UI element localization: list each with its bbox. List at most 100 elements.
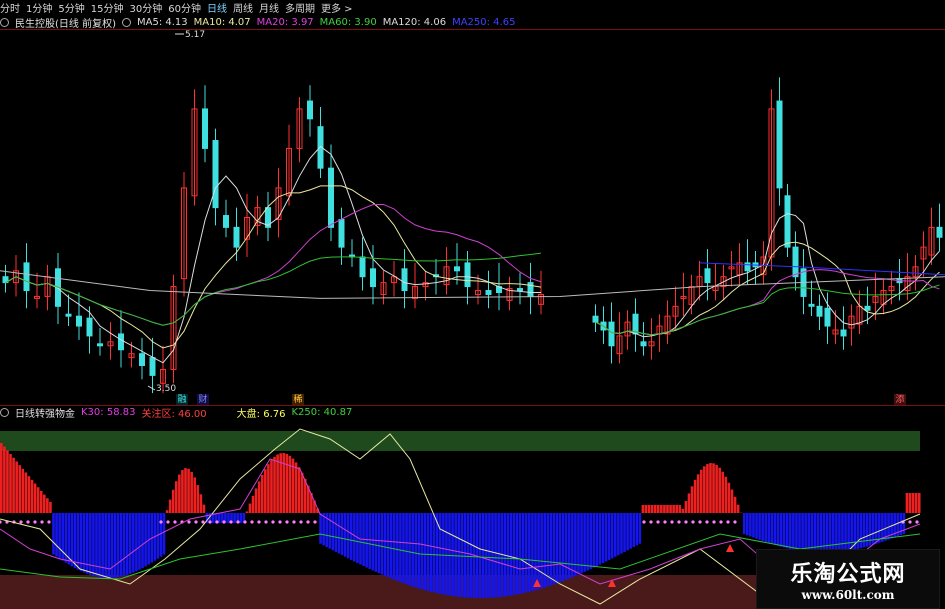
period-tab-7[interactable]: 周线 — [233, 0, 253, 15]
histogram-bar — [371, 513, 375, 571]
histogram-bar — [629, 513, 632, 549]
histogram-bar — [181, 470, 184, 513]
histogram-bar — [684, 501, 688, 513]
toggle-circle-icon[interactable] — [121, 17, 131, 27]
candle-body — [359, 256, 366, 278]
zero-dot — [250, 520, 254, 524]
period-tab-10[interactable]: 更多 > — [321, 0, 353, 15]
histogram-bar — [703, 466, 706, 513]
histogram-bar — [540, 513, 543, 589]
histogram-bar — [512, 513, 516, 596]
histogram-bar — [340, 513, 344, 556]
histogram-bar — [862, 513, 866, 548]
period-tab-0[interactable]: 分时 — [0, 0, 20, 15]
histogram-bar — [405, 513, 408, 585]
indicator-legend-0: K30: 58.83 — [81, 406, 136, 418]
histogram-bar — [193, 477, 197, 513]
histogram-bar — [749, 513, 752, 537]
histogram-bar — [196, 485, 200, 513]
histogram-bar — [264, 469, 267, 513]
histogram-bar — [481, 513, 485, 598]
histogram-bar — [531, 513, 534, 592]
histogram-bar — [374, 513, 378, 572]
zero-dot — [313, 520, 317, 524]
histogram-bar — [644, 505, 648, 513]
histogram-bar — [3, 446, 6, 513]
histogram-bar — [488, 513, 491, 598]
period-tab-5[interactable]: 60分钟 — [168, 0, 201, 15]
period-tab-8[interactable]: 月线 — [259, 0, 279, 15]
histogram-bar — [12, 457, 15, 513]
histogram-bar — [844, 513, 847, 552]
candle-body — [704, 268, 711, 284]
zero-dot — [271, 520, 275, 524]
period-tab-9[interactable]: 多周期 — [285, 0, 315, 15]
period-tab-4[interactable]: 30分钟 — [129, 0, 162, 15]
zero-dot — [236, 520, 240, 524]
histogram-bar — [515, 513, 519, 595]
candle-body — [792, 246, 799, 278]
histogram-bar — [485, 513, 488, 598]
histogram-bar — [70, 513, 74, 567]
histogram-bar — [712, 463, 715, 513]
histogram-bar — [678, 505, 682, 513]
zero-dot — [194, 520, 198, 524]
zero-dot — [47, 520, 51, 524]
histogram-bar — [776, 513, 780, 546]
histogram-bar — [0, 443, 3, 513]
histogram-bar — [432, 513, 436, 593]
histogram-bar — [343, 513, 347, 557]
histogram-bar — [190, 471, 193, 513]
histogram-bar — [399, 513, 402, 583]
histogram-bar — [61, 513, 64, 561]
histogram-bar — [583, 513, 586, 572]
histogram-bar — [534, 513, 537, 591]
ma10-line — [5, 185, 542, 349]
indicator-settings-icon[interactable] — [0, 407, 9, 417]
period-tab-6[interactable]: 日线 — [207, 0, 227, 15]
candle-body — [328, 167, 334, 228]
histogram-bar — [497, 513, 500, 598]
histogram-bar — [733, 496, 737, 513]
candle-body — [139, 353, 145, 367]
histogram-bar — [623, 513, 626, 552]
zero-dot — [173, 520, 177, 524]
histogram-bar — [9, 454, 12, 513]
period-toolbar: 分时 1分钟 5分钟 15分钟 30分钟 60分钟 日线 周线 月线 多周期 更多 > — [0, 0, 353, 15]
histogram-bar — [709, 463, 712, 513]
indicator-legend-2: 大盘: 6.76 — [236, 408, 286, 420]
histogram-bar — [663, 505, 666, 513]
histogram-bar — [675, 505, 678, 513]
histogram-bar — [52, 513, 55, 555]
histogram-bar — [469, 513, 473, 598]
histogram-bar — [116, 513, 120, 578]
histogram-bar — [718, 467, 721, 513]
period-tab-1[interactable]: 1分钟 — [26, 0, 52, 15]
candle-body — [454, 266, 460, 272]
histogram-bar — [555, 513, 559, 584]
zero-dot — [40, 520, 44, 524]
histogram-bar — [282, 453, 286, 513]
histogram-bar — [773, 513, 777, 545]
histogram-bar — [33, 483, 37, 513]
period-tab-2[interactable]: 5分钟 — [58, 0, 84, 15]
histogram-bar — [383, 513, 387, 576]
histogram-bar — [251, 495, 255, 513]
zero-dot — [0, 520, 2, 524]
period-tab-3[interactable]: 15分钟 — [91, 0, 124, 15]
histogram-bar — [561, 513, 565, 582]
settings-circle-icon[interactable] — [0, 17, 9, 27]
histogram-bar — [589, 513, 593, 570]
histogram-bar — [426, 513, 430, 592]
candle-body — [97, 343, 103, 347]
histogram-bar — [801, 513, 804, 552]
zero-dot — [299, 520, 303, 524]
histogram-bar — [537, 513, 540, 590]
histogram-bar — [334, 513, 338, 552]
zero-dot — [684, 520, 688, 524]
histogram-bar — [178, 474, 181, 513]
candle-body — [149, 357, 156, 376]
histogram-bar — [392, 513, 396, 580]
histogram-bar — [509, 513, 513, 596]
histogram-bar — [92, 513, 95, 576]
